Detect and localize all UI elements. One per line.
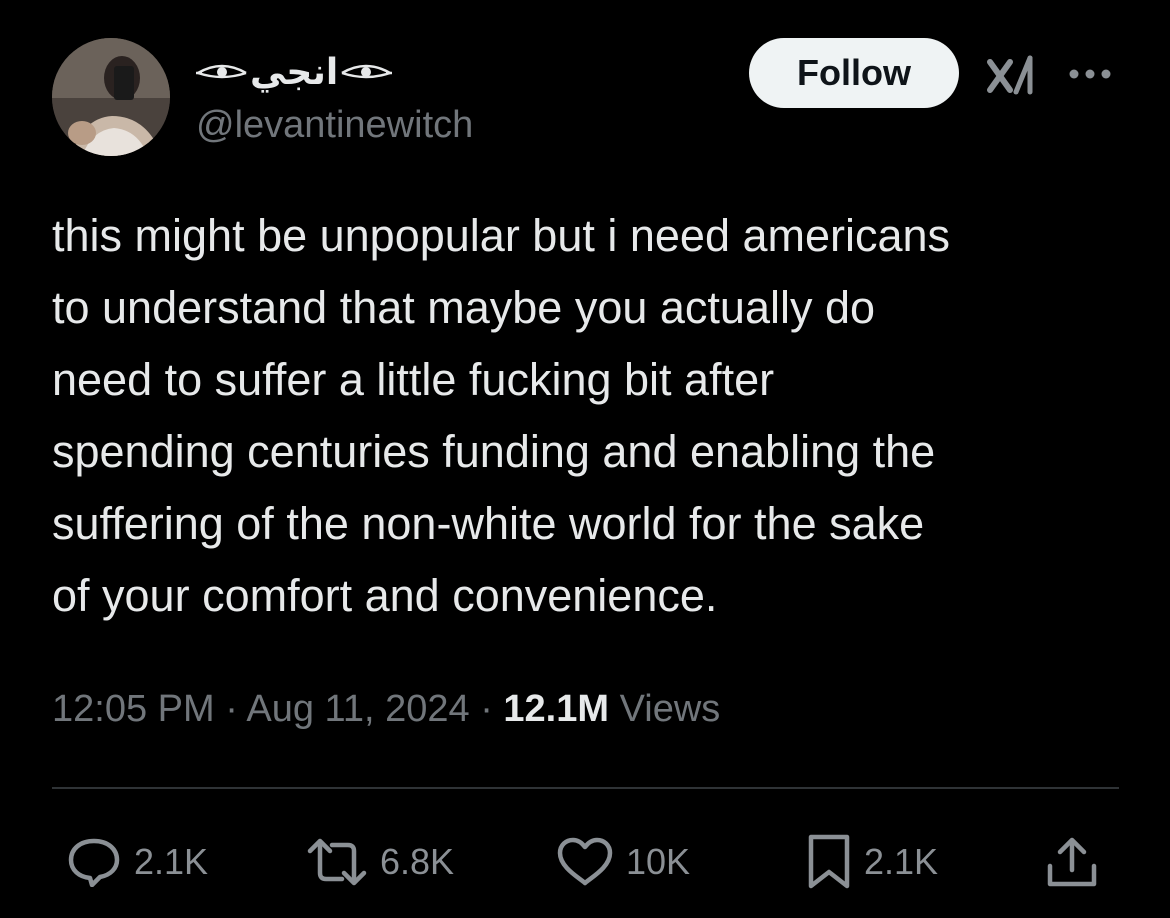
tweet-date[interactable]: Aug 11, 2024 — [246, 688, 469, 730]
reply-icon — [68, 838, 120, 887]
bookmark-button[interactable]: 2.1K — [806, 832, 938, 892]
share-button[interactable] — [1044, 832, 1100, 892]
views-count[interactable]: 12.1M — [503, 688, 609, 730]
repost-count: 6.8K — [380, 841, 455, 882]
tweet-text-line: spending centuries funding and enabling … — [52, 426, 936, 477]
profile-photo-icon — [52, 38, 170, 156]
reply-count: 2.1K — [134, 841, 209, 882]
reply-button[interactable]: 2.1K — [66, 832, 208, 892]
bookmark-icon — [808, 834, 850, 889]
meta-separator: · — [225, 688, 238, 730]
share-icon — [1047, 837, 1097, 887]
eye-icon — [196, 61, 248, 83]
repost-button[interactable]: 6.8K — [306, 832, 454, 892]
like-count: 10K — [626, 841, 691, 882]
tweet-text-line: of your comfort and convenience. — [52, 570, 718, 621]
grok-icon[interactable] — [986, 54, 1038, 98]
heart-icon — [557, 837, 613, 886]
bookmark-count: 2.1K — [864, 841, 939, 882]
display-name-text: انجي — [250, 51, 339, 92]
more-dots-icon[interactable] — [1066, 60, 1114, 88]
tweet-text-line: suffering of the non-white world for the… — [52, 498, 925, 549]
follow-button[interactable]: Follow — [749, 38, 959, 108]
eye-icon — [340, 61, 393, 83]
tweet: انجي @levantinewitch Follow this might b… — [0, 0, 1170, 918]
tweet-meta: 12:05 PM · Aug 11, 2024 · 12.1M Views — [52, 682, 720, 736]
tweet-text: this might be unpopular but i need ameri… — [52, 200, 1132, 632]
avatar[interactable] — [52, 38, 170, 156]
like-button[interactable]: 10K — [556, 832, 690, 892]
repost-icon — [307, 838, 367, 886]
user-handle[interactable]: @levantinewitch — [196, 104, 473, 147]
views-label: Views — [619, 688, 721, 730]
display-name[interactable]: انجي — [196, 50, 393, 94]
tweet-text-line: this might be unpopular but i need ameri… — [52, 210, 951, 261]
divider — [52, 787, 1119, 789]
tweet-time[interactable]: 12:05 PM — [52, 688, 215, 730]
tweet-text-line: need to suffer a little fucking bit afte… — [52, 354, 775, 405]
meta-separator: · — [480, 688, 493, 730]
tweet-text-line: to understand that maybe you actually do — [52, 282, 876, 333]
